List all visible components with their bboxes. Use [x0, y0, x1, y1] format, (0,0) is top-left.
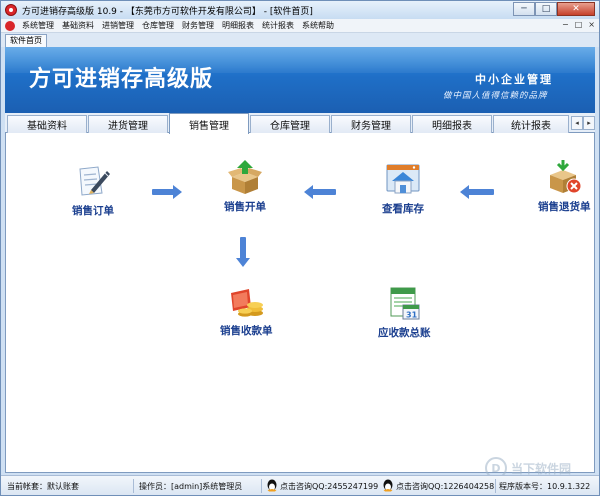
window-controls: ─ □ ✕	[513, 2, 595, 16]
qq-penguin-icon[interactable]	[266, 479, 278, 492]
tab-sales[interactable]: 销售管理	[169, 113, 249, 134]
menu-app-icon[interactable]	[5, 20, 15, 31]
menu-help[interactable]: 系统帮助	[298, 20, 338, 31]
tab-stat-reports[interactable]: 统计报表	[493, 115, 569, 133]
pen-paper-icon	[74, 163, 112, 199]
menu-finance[interactable]: 财务管理	[178, 20, 218, 31]
menu-purchase-sales[interactable]: 进销管理	[98, 20, 138, 31]
banner-tagline: 中小企业管理	[475, 73, 553, 86]
flow-arrow-return-to-stock	[460, 185, 494, 199]
status-divider	[261, 479, 262, 493]
money-coins-icon	[227, 283, 265, 319]
flow-arrow-order-to-issue	[152, 185, 182, 199]
doc-tab-home[interactable]: 软件首页	[5, 34, 47, 47]
flow-arrow-issue-to-receipt	[236, 237, 250, 267]
watermark-text: 当下软件园	[511, 461, 572, 476]
close-button[interactable]: ✕	[557, 2, 595, 16]
tab-scroll-right-button[interactable]: ▸	[583, 116, 595, 130]
mdi-controls: − □ ×	[562, 20, 595, 29]
window-title: 方可进销存高级版 10.9 - 【东莞市方可软件开发有限公司】 - [软件首页]	[22, 6, 313, 17]
qq-penguin-icon[interactable]	[382, 479, 394, 492]
func-sales-return-label: 销售退货单	[538, 201, 591, 213]
func-sales-return[interactable]: 销售退货单	[538, 159, 591, 214]
tab-detail-reports[interactable]: 明细报表	[412, 115, 492, 133]
maximize-button[interactable]: □	[535, 2, 557, 16]
svg-text:31: 31	[406, 311, 418, 320]
banner: 方可进销存高级版 中小企业管理 做中国人值得信赖的品牌	[5, 47, 595, 113]
banner-title: 方可进销存高级版	[29, 67, 214, 92]
tab-finance[interactable]: 财务管理	[331, 115, 411, 133]
module-tab-bar: 基础资料 进货管理 销售管理 仓库管理 财务管理 明细报表 统计报表 ◂ ▸	[5, 113, 595, 134]
app-logo-icon[interactable]	[5, 4, 17, 16]
mdi-minimize-button[interactable]: −	[562, 20, 569, 29]
func-receivable-summary-label: 应收款总账	[378, 327, 431, 339]
menu-detail-reports[interactable]: 明细报表	[218, 20, 258, 31]
calendar-ledger-icon: 31	[385, 285, 423, 321]
tab-scroll-left-button[interactable]: ◂	[571, 116, 583, 130]
box-up-arrow-icon	[226, 159, 264, 195]
flow-arrow-stock-to-issue	[304, 185, 336, 199]
status-qq-consult-2[interactable]: 点击咨询QQ:1226404258	[396, 481, 494, 492]
func-view-stock-label: 查看库存	[382, 203, 424, 215]
status-divider	[495, 479, 496, 493]
document-tab-strip: 软件首页	[1, 33, 599, 47]
status-divider	[133, 479, 134, 493]
func-sales-receipt[interactable]: 销售收款单	[220, 283, 273, 338]
mdi-close-button[interactable]: ×	[588, 20, 595, 29]
warehouse-house-icon	[384, 161, 422, 197]
tab-warehouse[interactable]: 仓库管理	[250, 115, 330, 133]
func-sales-order-label: 销售订单	[72, 205, 114, 217]
status-bar: 当前帐套：默认账套 操作员：[admin]系统管理员 点击咨询QQ:245524…	[1, 475, 599, 495]
status-account: 当前帐套：默认账套	[7, 482, 79, 491]
banner-slogan: 做中国人值得信赖的品牌	[443, 91, 548, 101]
func-view-stock[interactable]: 查看库存	[382, 161, 424, 216]
tab-basic-data[interactable]: 基础资料	[7, 115, 87, 133]
func-sales-receipt-label: 销售收款单	[220, 325, 273, 337]
title-bar[interactable]: 方可进销存高级版 10.9 - 【东莞市方可软件开发有限公司】 - [软件首页]…	[1, 1, 599, 19]
status-version: 程序版本号：10.9.1.322	[499, 482, 591, 491]
app-window: 方可进销存高级版 10.9 - 【东莞市方可软件开发有限公司】 - [软件首页]…	[0, 0, 600, 496]
tab-purchase[interactable]: 进货管理	[88, 115, 168, 133]
menu-bar: 系统管理 基础资料 进销管理 仓库管理 财务管理 明细报表 统计报表 系统帮助 …	[1, 19, 599, 33]
menu-system[interactable]: 系统管理	[18, 20, 58, 31]
func-receivable-summary[interactable]: 31 应收款总账	[378, 285, 431, 340]
menu-basic-data[interactable]: 基础资料	[58, 20, 98, 31]
menu-warehouse[interactable]: 仓库管理	[138, 20, 178, 31]
func-sales-issue[interactable]: 销售开单	[224, 159, 266, 214]
func-sales-issue-label: 销售开单	[224, 201, 266, 213]
minimize-button[interactable]: ─	[513, 2, 535, 16]
sales-workflow-panel: 销售订单 销售开单 查看库存 销售退货单 销售收款单 31 应收款总账	[5, 133, 595, 473]
box-cancel-icon	[545, 159, 583, 195]
status-operator: 操作员：[admin]系统管理员	[139, 482, 243, 491]
mdi-restore-button[interactable]: □	[575, 20, 583, 29]
func-sales-order[interactable]: 销售订单	[72, 163, 114, 218]
status-qq-consult-1[interactable]: 点击咨询QQ:2455247199	[280, 481, 378, 492]
menu-stat-reports[interactable]: 统计报表	[258, 20, 298, 31]
